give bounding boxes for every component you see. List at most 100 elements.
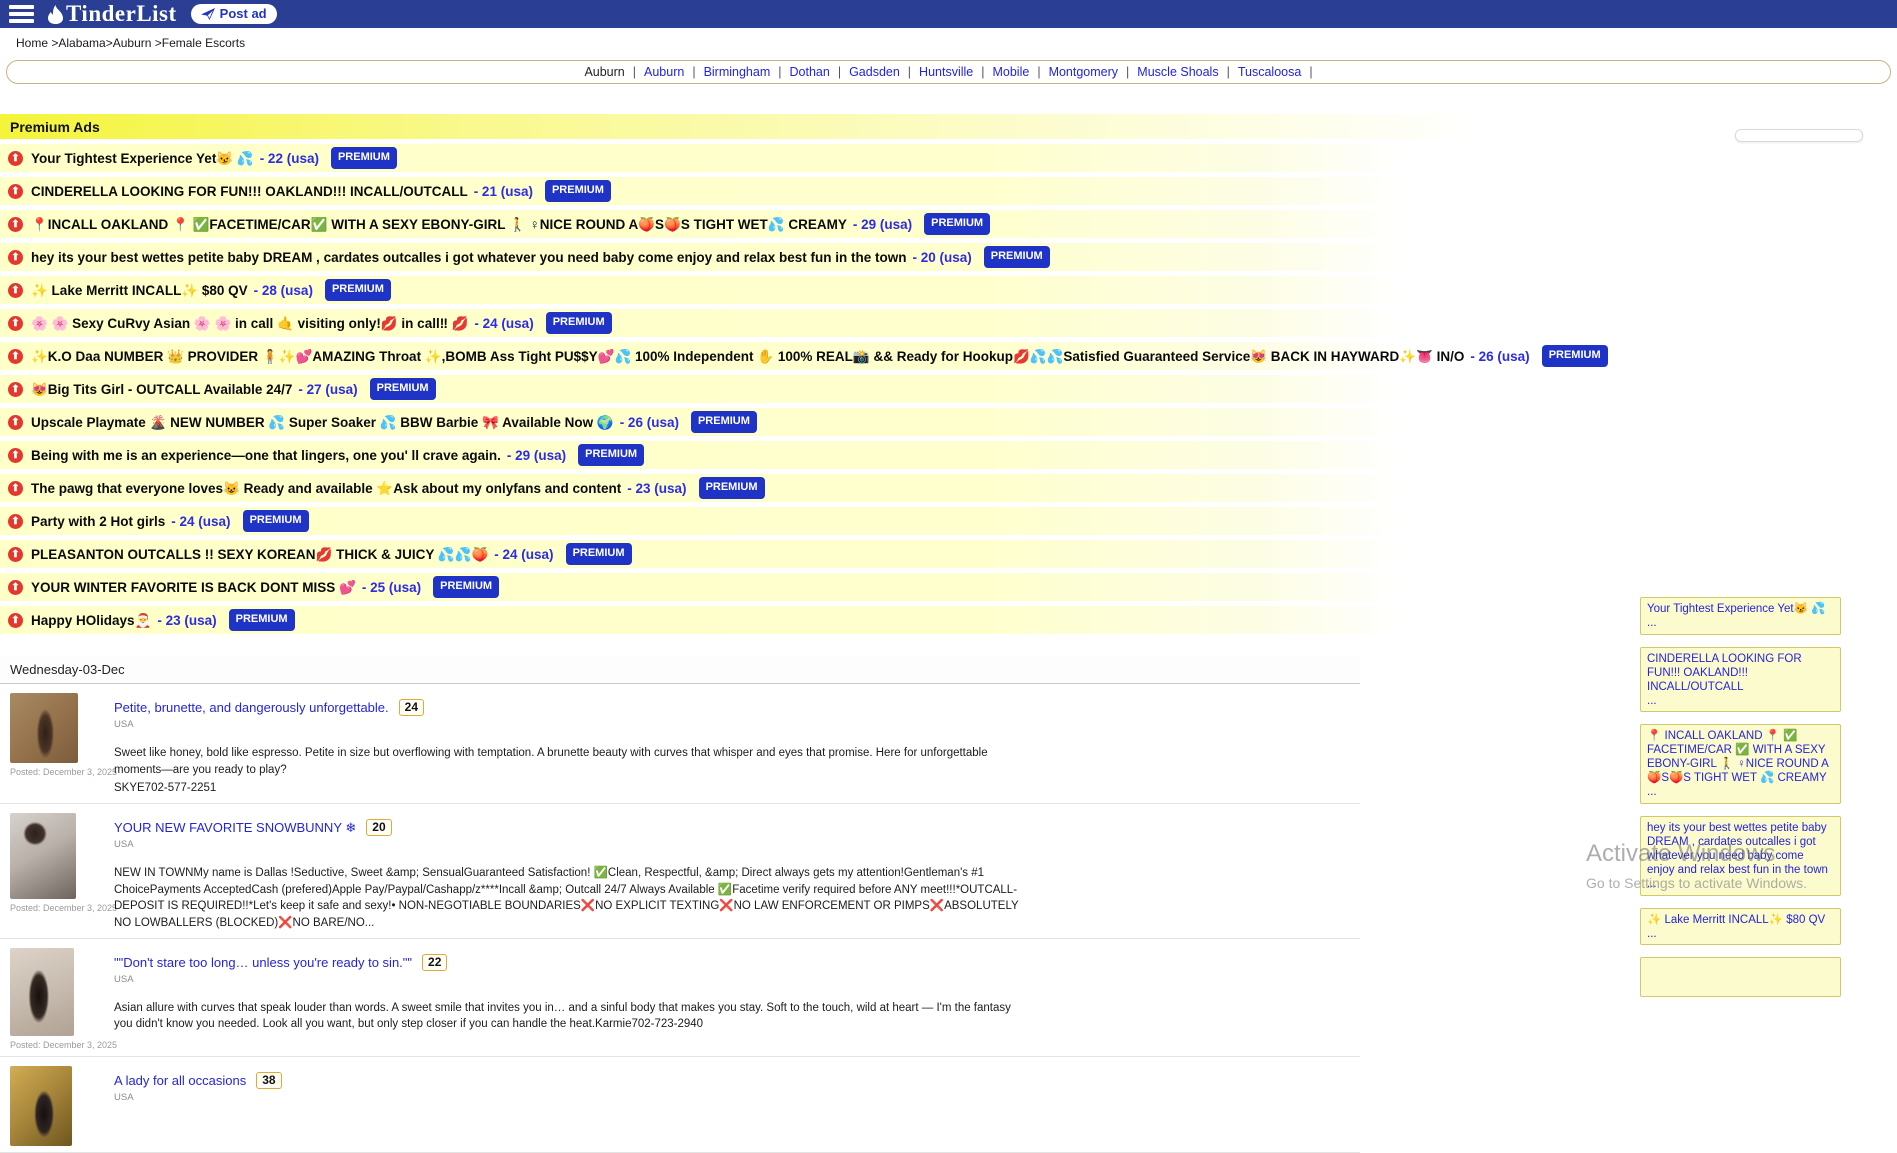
premium-ad-row[interactable]: ⬆ ✨K.O Daa NUMBER 👑 PROVIDER 🧍✨💕AMAZING … [0, 342, 1897, 370]
city-link-auburn[interactable]: Auburn [644, 65, 684, 79]
premium-badge[interactable]: PREMIUM [433, 576, 499, 598]
premium-ad-row[interactable]: ⬆ 📍INCALL OAKLAND 📍 ✅FACETIME/CAR✅ WITH … [0, 210, 1897, 238]
listing-item: Posted: December 3, 2025 Petite, brunett… [0, 684, 1360, 804]
city-link-montgomery[interactable]: Montgomery [1049, 65, 1118, 79]
separator: | [1037, 65, 1040, 79]
premium-ad-title[interactable]: The pawg that everyone loves😺 Ready and … [31, 480, 621, 497]
sidebar-ad-link[interactable]: CINDERELLA LOOKING FOR FUN!!! OAKLAND!!!… [1647, 652, 1834, 694]
sidebar-ad-more: ... [1647, 695, 1834, 708]
premium-ad-row[interactable]: ⬆ Happy HOlidays🎅 - 23 (usa) PREMIUM [0, 606, 1897, 634]
premium-ad-title[interactable]: 📍INCALL OAKLAND 📍 ✅FACETIME/CAR✅ WITH A … [31, 216, 847, 233]
premium-ad-title[interactable]: ✨ Lake Merritt INCALL✨ $80 QV [31, 282, 248, 299]
premium-ad-title[interactable]: Being with me is an experience—one that … [31, 447, 501, 464]
premium-badge[interactable]: PREMIUM [370, 378, 436, 400]
premium-badge[interactable]: PREMIUM [546, 312, 612, 334]
premium-badge[interactable]: PREMIUM [566, 543, 632, 565]
premium-ad-title[interactable]: PLEASANTON OUTCALLS !! SEXY KOREAN💋 THIC… [31, 546, 488, 563]
premium-badge[interactable]: PREMIUM [691, 411, 757, 433]
city-link-birmingham[interactable]: Birmingham [704, 65, 771, 79]
premium-badge[interactable]: PREMIUM [545, 180, 611, 202]
premium-ad-row[interactable]: ⬆ 😻Big Tits Girl - OUTCALL Available 24/… [0, 375, 1897, 403]
premium-badge[interactable]: PREMIUM [243, 510, 309, 532]
sidebar-ad-link[interactable]: Your Tightest Experience Yet😼 💦 [1647, 602, 1834, 616]
premium-badge[interactable]: PREMIUM [1542, 345, 1608, 367]
up-arrow-icon: ⬆ [8, 184, 23, 199]
listing-title-link[interactable]: ""Don't stare too long… unless you're re… [114, 955, 412, 970]
premium-ad-title[interactable]: ✨K.O Daa NUMBER 👑 PROVIDER 🧍✨💕AMAZING Th… [31, 348, 1464, 365]
premium-ad-meta: - 29 (usa) [853, 216, 912, 233]
premium-ad-meta: - 24 (usa) [494, 546, 553, 563]
premium-ad-row[interactable]: ⬆ Your Tightest Experience Yet😼 💦 - 22 (… [0, 144, 1897, 172]
listing-title-link[interactable]: A lady for all occasions [114, 1073, 246, 1088]
city-link-tuscaloosa[interactable]: Tuscaloosa [1238, 65, 1301, 79]
premium-ad-meta: - 28 (usa) [254, 282, 313, 299]
premium-badge[interactable]: PREMIUM [984, 246, 1050, 268]
sidebar-ad-more: ... [1647, 617, 1834, 630]
sidebar-ad-more: ... [1647, 878, 1834, 891]
premium-ad-title[interactable]: hey its your best wettes petite baby DRE… [31, 249, 906, 266]
premium-ad-title[interactable]: Your Tightest Experience Yet😼 💦 [31, 150, 254, 167]
premium-ad-title[interactable]: Happy HOlidays🎅 [31, 612, 151, 629]
sidebar-ad-link[interactable]: ✨ Lake Merritt INCALL✨ $80 QV [1647, 913, 1834, 927]
sidebar-ad-box[interactable]: hey its your best wettes petite baby DRE… [1640, 816, 1841, 896]
premium-ad-title[interactable]: Upscale Playmate 🌋 NEW NUMBER 💦 Super So… [31, 414, 614, 431]
posted-date: Posted: December 3, 2025 [10, 903, 102, 913]
listing-thumbnail[interactable] [10, 948, 74, 1036]
listing-item: A lady for all occasions 38 USA [0, 1057, 1360, 1153]
premium-ad-row[interactable]: ⬆ CINDERELLA LOOKING FOR FUN!!! OAKLAND!… [0, 177, 1897, 205]
separator: | [908, 65, 911, 79]
premium-badge[interactable]: PREMIUM [325, 279, 391, 301]
premium-badge[interactable]: PREMIUM [924, 213, 990, 235]
city-link-mobile[interactable]: Mobile [992, 65, 1029, 79]
listing-thumbnail[interactable] [10, 693, 78, 763]
paper-plane-icon [201, 8, 215, 20]
premium-badge[interactable]: PREMIUM [699, 477, 765, 499]
city-nav: Auburn | Auburn | Birmingham | Dothan | … [6, 60, 1891, 84]
listing-title-link[interactable]: YOUR NEW FAVORITE SNOWBUNNY ❄ [114, 820, 356, 836]
listing-title-link[interactable]: Petite, brunette, and dangerously unforg… [114, 700, 389, 715]
premium-badge[interactable]: PREMIUM [229, 609, 295, 631]
up-arrow-icon: ⬆ [8, 481, 23, 496]
listing-thumbnail[interactable] [10, 813, 76, 899]
premium-ad-row[interactable]: ⬆ ✨ Lake Merritt INCALL✨ $80 QV - 28 (us… [0, 276, 1897, 304]
sidebar-ad-box[interactable] [1640, 957, 1841, 997]
sidebar-ad-more: ... [1647, 928, 1834, 941]
sidebar-ad-box[interactable]: 📍 INCALL OAKLAND 📍 ✅ FACETIME/CAR ✅ WITH… [1640, 724, 1841, 804]
premium-ad-row[interactable]: ⬆ The pawg that everyone loves😺 Ready an… [0, 474, 1897, 502]
premium-ad-title[interactable]: CINDERELLA LOOKING FOR FUN!!! OAKLAND!!!… [31, 183, 468, 200]
premium-ads-heading: Premium Ads [0, 114, 1897, 139]
sidebar-ad-link[interactable]: 📍 INCALL OAKLAND 📍 ✅ FACETIME/CAR ✅ WITH… [1647, 729, 1834, 785]
premium-ad-row[interactable]: ⬆ Upscale Playmate 🌋 NEW NUMBER 💦 Super … [0, 408, 1897, 436]
city-link-huntsville[interactable]: Huntsville [919, 65, 973, 79]
city-link-dothan[interactable]: Dothan [790, 65, 830, 79]
listing-thumbnail[interactable] [10, 1066, 72, 1146]
city-link-muscle-shoals[interactable]: Muscle Shoals [1137, 65, 1218, 79]
listings-section: Wednesday-03-Dec Posted: December 3, 202… [0, 656, 1360, 1153]
menu-icon[interactable] [9, 5, 34, 23]
premium-ad-row[interactable]: ⬆ YOUR WINTER FAVORITE IS BACK DONT MISS… [0, 573, 1897, 601]
post-ad-button[interactable]: Post ad [191, 4, 277, 24]
sidebar-ad-box[interactable]: ✨ Lake Merritt INCALL✨ $80 QV ... [1640, 908, 1841, 946]
separator: | [633, 65, 636, 79]
premium-badge[interactable]: PREMIUM [578, 444, 644, 466]
breadcrumb[interactable]: Home >Alabama>Auburn >Female Escorts [0, 28, 1897, 52]
premium-ad-row[interactable]: ⬆ hey its your best wettes petite baby D… [0, 243, 1897, 271]
premium-ad-row[interactable]: ⬆ 🌸 🌸 Sexy CuRvy Asian 🌸 🌸 in call 🤙 vis… [0, 309, 1897, 337]
premium-ad-row[interactable]: ⬆ Being with me is an experience—one tha… [0, 441, 1897, 469]
premium-ad-title[interactable]: YOUR WINTER FAVORITE IS BACK DONT MISS 💕 [31, 579, 356, 596]
premium-ad-row[interactable]: ⬆ Party with 2 Hot girls - 24 (usa) PREM… [0, 507, 1897, 535]
listing-item: Posted: December 3, 2025 ""Don't stare t… [0, 939, 1360, 1057]
up-arrow-icon: ⬆ [8, 250, 23, 265]
premium-ad-title[interactable]: 😻Big Tits Girl - OUTCALL Available 24/7 [31, 381, 292, 398]
site-logo[interactable]: TinderList [48, 1, 177, 27]
premium-ad-row[interactable]: ⬆ PLEASANTON OUTCALLS !! SEXY KOREAN💋 TH… [0, 540, 1897, 568]
city-link-gadsden[interactable]: Gadsden [849, 65, 900, 79]
sidebar-ad-box[interactable]: CINDERELLA LOOKING FOR FUN!!! OAKLAND!!!… [1640, 647, 1841, 713]
premium-badge[interactable]: PREMIUM [331, 147, 397, 169]
sidebar-ad-box[interactable]: Your Tightest Experience Yet😼 💦 ... [1640, 597, 1841, 635]
sidebar-ad-link[interactable]: hey its your best wettes petite baby DRE… [1647, 821, 1834, 877]
premium-sidebar: Your Tightest Experience Yet😼 💦 ... CIND… [1640, 597, 1841, 1009]
premium-ad-meta: - 29 (usa) [507, 447, 566, 464]
premium-ad-title[interactable]: 🌸 🌸 Sexy CuRvy Asian 🌸 🌸 in call 🤙 visit… [31, 315, 468, 332]
premium-ad-title[interactable]: Party with 2 Hot girls [31, 513, 165, 530]
